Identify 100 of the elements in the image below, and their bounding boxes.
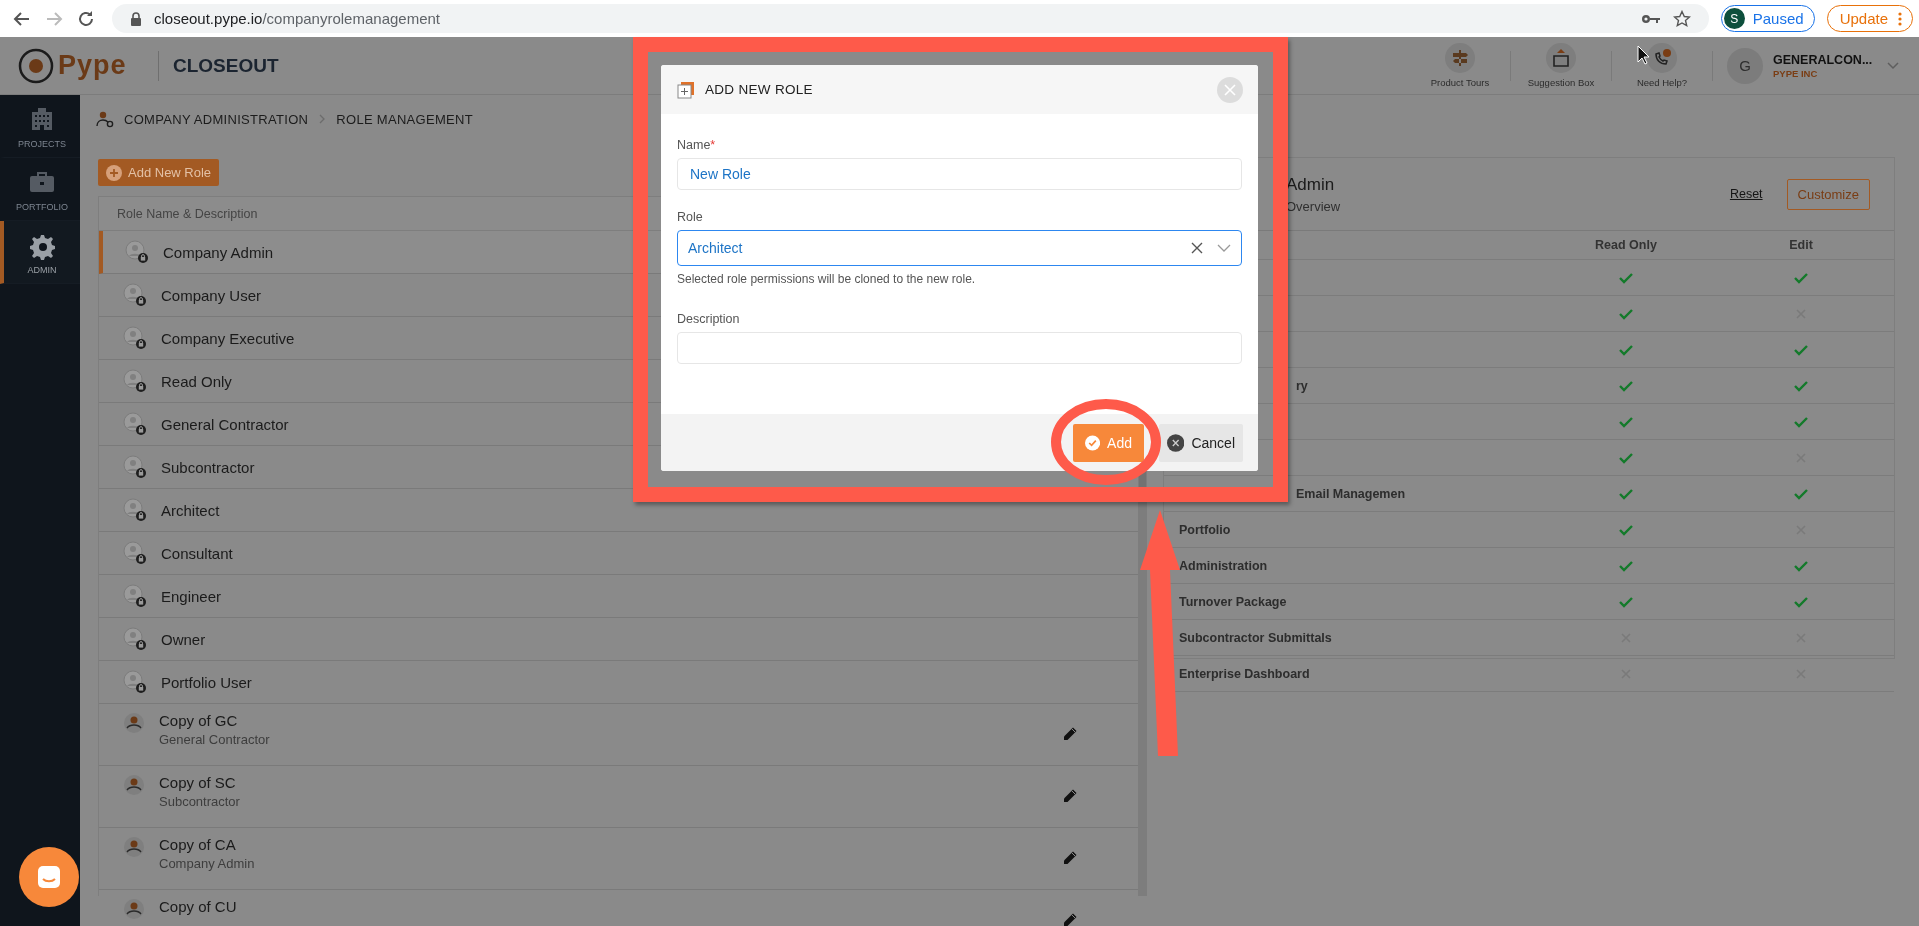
locked-user-icon [123,455,147,479]
locked-user-icon [123,670,147,694]
role-description: General Contractor [159,732,270,747]
permission-name: Email Managemen [1296,486,1406,501]
box-icon [1546,43,1576,73]
role-row[interactable]: Portfolio User [99,661,1138,704]
role-name: Owner [161,630,206,648]
permission-name: Subcontractor Submittals [1179,630,1332,645]
role-name: Copy of CU [159,898,237,915]
dialog-title: ADD NEW ROLE [705,82,813,97]
permission-name: Administration [1179,558,1268,573]
required-mark: * [710,138,716,152]
breadcrumb-item: ROLE MANAGEMENT [336,111,473,127]
role-name: Portfolio User [161,673,252,691]
add-role-button[interactable]: Add New Role [98,159,220,186]
description-field[interactable] [677,332,1242,364]
clear-icon[interactable] [1191,242,1203,254]
url-text: closeout.pype.io/companyrolemanagement [154,10,440,27]
lock-icon [130,11,142,26]
star-icon[interactable] [1672,9,1691,28]
role-name: Company User [161,286,262,304]
role-name: Subcontractor [161,458,255,476]
chat-icon [35,863,63,891]
breadcrumb-item[interactable]: COMPANY ADMINISTRATION [124,111,309,127]
role-row[interactable]: Consultant [99,532,1138,575]
user-icon [123,898,145,920]
locked-user-icon [125,240,149,264]
role-name: Company Admin [163,243,274,261]
role-name: Copy of SC [159,774,236,791]
more-icon [1898,11,1902,26]
role-row[interactable]: Copy of SC Subcontractor [99,766,1138,828]
header-action[interactable]: Product Tours [1410,43,1510,88]
name-field[interactable]: New Role [677,158,1242,190]
role-name: Copy of GC [159,712,238,729]
company-name: PYPE INC [1773,68,1818,79]
cancel-button[interactable]: Cancel [1159,423,1243,462]
locked-user-icon [123,498,147,522]
check-circle-icon [1085,434,1101,451]
permission-name: Portfolio [1179,522,1231,537]
user-icon [123,774,145,796]
role-select[interactable]: Architect [677,230,1242,266]
role-name: Copy of CA [159,836,236,853]
locked-user-icon [123,584,147,608]
pencil-icon[interactable] [1062,726,1078,742]
user-name: GENERALCON... [1773,52,1873,68]
role-row[interactable]: Copy of CA Company Admin [99,828,1138,890]
logo: Pype [58,50,127,81]
help-text: Selected role permissions will be cloned to the new role. [677,272,977,286]
locked-user-icon [123,283,147,307]
role-name: Read Only [161,372,232,390]
pencil-icon[interactable] [1062,788,1078,804]
sidebar-item[interactable]: ADMIN [0,221,80,284]
locked-user-icon [123,369,147,393]
add-icon [677,80,695,99]
user-gear-icon [96,110,114,128]
key-icon[interactable] [1640,12,1661,25]
close-circle-icon [1167,433,1185,452]
user-avatar: G [1727,47,1763,84]
field-label: Role [677,210,703,224]
logo-ring-icon [18,47,54,84]
role-name: General Contractor [161,415,289,433]
column-header: Edit [1789,238,1813,252]
panel-title: Admin [1286,174,1336,195]
role-row[interactable]: Copy of CU [99,890,1138,926]
locked-user-icon [123,412,147,436]
signpost-icon [1445,43,1475,73]
field-label: Name [677,138,711,152]
column-header: Read Only [1595,238,1657,252]
role-row[interactable]: Engineer [99,575,1138,618]
role-name: Architect [161,501,220,519]
panel-subtitle: Overview [1286,198,1341,214]
header-action[interactable]: Suggestion Box [1511,43,1611,88]
permission-name: ry [1296,378,1308,393]
locked-user-icon [123,326,147,350]
role-description: Company Admin [159,856,255,871]
role-name: Company Executive [161,329,295,347]
header-action[interactable]: Need Help? [1612,43,1712,88]
cursor-icon [1637,45,1651,65]
pencil-icon[interactable] [1062,850,1078,866]
address-bar[interactable]: closeout.pype.io/companyrolemanagement [112,4,1709,33]
role-name: Consultant [161,544,233,562]
role-description: Subcontractor [159,794,240,809]
locked-user-icon [123,627,147,651]
sidebar-item[interactable]: PROJECTS [0,95,80,158]
role-row[interactable]: Copy of GC General Contractor [99,704,1138,766]
profile-avatar: S [1723,8,1745,29]
role-row[interactable]: Architect [99,489,1138,532]
chevron-right-icon [318,114,327,124]
reset-link[interactable]: Reset [1729,187,1763,201]
product-name: CLOSEOUT [158,50,279,81]
user-icon [123,836,145,858]
chevron-down-icon[interactable] [1217,244,1231,252]
pencil-icon[interactable] [1062,912,1078,926]
role-name: Engineer [161,587,222,605]
role-row[interactable]: Owner [99,618,1138,661]
phone-icon [1647,43,1677,73]
locked-user-icon [123,541,147,565]
user-icon [123,712,145,734]
plus-circle-icon [106,164,122,181]
permission-name: Turnover Package [1179,594,1287,609]
